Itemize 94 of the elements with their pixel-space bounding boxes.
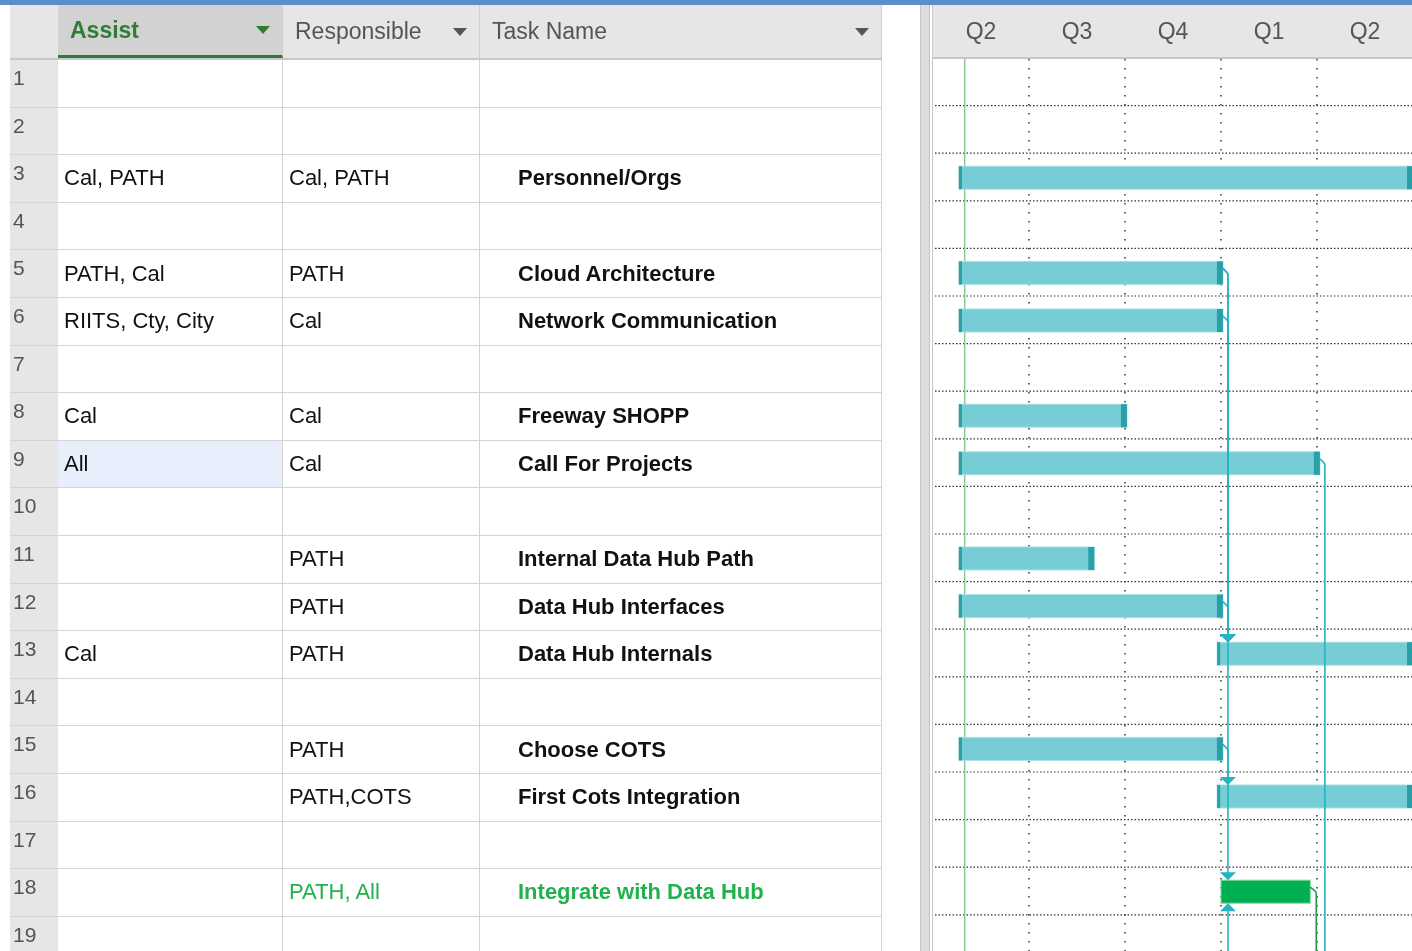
table-cell[interactable]: Cal, PATH (58, 155, 283, 203)
row-number: 1 (10, 60, 58, 108)
table-cell[interactable] (58, 60, 283, 108)
table-cell[interactable] (58, 345, 283, 394)
quarter-label: Q1 (1253, 18, 1285, 45)
table-cell[interactable]: Cal (283, 297, 480, 346)
row-number: 13 (10, 631, 58, 679)
row-number: 8 (10, 393, 58, 441)
table-cell[interactable]: PATH (283, 726, 480, 774)
table-cell[interactable] (58, 869, 283, 917)
quarter-label: Q2 (965, 18, 997, 45)
table-cell[interactable] (480, 488, 882, 536)
row-number: 18 (10, 869, 58, 917)
table-cell[interactable]: RIITS, Cty, City (58, 297, 283, 346)
task-bar[interactable] (958, 594, 1224, 619)
table-cell[interactable] (480, 821, 882, 870)
table-cell[interactable] (283, 821, 480, 870)
table-cell[interactable] (283, 60, 480, 108)
task-bar[interactable] (958, 451, 1321, 476)
table-cell[interactable]: Cal (283, 393, 480, 441)
table-cell[interactable]: PATH (283, 535, 480, 584)
table-cell[interactable]: Internal Data Hub Path (480, 535, 882, 584)
table-cell[interactable]: PATH (283, 583, 480, 632)
table-cell[interactable] (58, 535, 283, 584)
task-bar[interactable] (958, 165, 1412, 190)
table-cell[interactable]: PATH, Cal (58, 250, 283, 298)
table-cell[interactable] (58, 678, 283, 727)
table-cell[interactable]: Choose COTS (480, 726, 882, 774)
table-cell[interactable] (58, 488, 283, 536)
row-number: 14 (10, 678, 58, 727)
table-cell[interactable] (283, 345, 480, 394)
row-number: 3 (10, 155, 58, 203)
quarter-label: Q3 (1061, 18, 1093, 45)
table-cell[interactable] (283, 107, 480, 156)
row-number: 10 (10, 488, 58, 536)
table-cell[interactable]: First Cots Integration (480, 773, 882, 822)
table-cell[interactable] (58, 726, 283, 774)
table-cell[interactable] (58, 583, 283, 632)
row-number: 19 (10, 916, 58, 951)
row-number: 9 (10, 440, 58, 489)
table-cell[interactable]: Personnel/Orgs (480, 155, 882, 203)
column-header[interactable]: Responsible (283, 5, 480, 58)
row-number: 6 (10, 297, 58, 346)
dropdown-caret-icon[interactable] (256, 26, 270, 34)
table-cell[interactable]: Cal, PATH (283, 155, 480, 203)
task-bar[interactable] (1216, 784, 1412, 809)
table-cell[interactable] (480, 202, 882, 251)
table-cell[interactable]: Data Hub Internals (480, 631, 882, 679)
table-cell[interactable]: PATH (283, 250, 480, 298)
task-bar[interactable] (958, 261, 1224, 286)
quarter-label: Q4 (1157, 18, 1189, 45)
table-cell[interactable]: Network Communication (480, 297, 882, 346)
row-number: 12 (10, 583, 58, 632)
row-number: 16 (10, 773, 58, 822)
table-cell[interactable] (58, 107, 283, 156)
dropdown-caret-icon[interactable] (855, 27, 869, 36)
row-number: 15 (10, 726, 58, 774)
row-number: 7 (10, 345, 58, 394)
row-number: 4 (10, 202, 58, 251)
task-bar[interactable] (958, 737, 1224, 762)
table-cell[interactable] (480, 60, 882, 108)
task-bar[interactable] (1216, 641, 1412, 666)
dropdown-caret-icon[interactable] (453, 27, 467, 36)
table-cell[interactable] (283, 678, 480, 727)
table-cell[interactable]: Freeway SHOPP (480, 393, 882, 441)
column-header[interactable]: Task Name (480, 5, 882, 58)
table-cell[interactable]: Call For Projects (480, 440, 882, 489)
table-cell[interactable]: Data Hub Interfaces (480, 583, 882, 632)
table-cell[interactable]: Cal (58, 631, 283, 679)
table-cell[interactable]: All (58, 440, 283, 489)
table-cell[interactable] (480, 678, 882, 727)
task-bar[interactable] (958, 403, 1128, 428)
dependency-arrow (1220, 903, 1236, 951)
table-cell[interactable]: Cloud Architecture (480, 250, 882, 298)
task-bar[interactable] (958, 308, 1224, 333)
row-number: 11 (10, 535, 58, 584)
table-cell[interactable]: Cal (283, 440, 480, 489)
task-bar[interactable] (1220, 879, 1311, 904)
pane-splitter[interactable] (920, 5, 930, 951)
table-cell[interactable] (58, 821, 283, 870)
task-bar[interactable] (958, 546, 1095, 571)
row-number: 2 (10, 107, 58, 156)
table-cell[interactable] (480, 345, 882, 394)
table-cell[interactable]: PATH,COTS (283, 773, 480, 822)
row-number: 5 (10, 250, 58, 298)
table-cell[interactable]: PATH (283, 631, 480, 679)
table-cell[interactable] (58, 202, 283, 251)
table-cell[interactable]: Cal (58, 393, 283, 441)
table-cell[interactable] (283, 202, 480, 251)
table-cell[interactable] (283, 488, 480, 536)
row-number: 17 (10, 821, 58, 870)
quarter-label: Q2 (1349, 18, 1381, 45)
table-cell[interactable] (480, 107, 882, 156)
table-cell[interactable] (58, 773, 283, 822)
